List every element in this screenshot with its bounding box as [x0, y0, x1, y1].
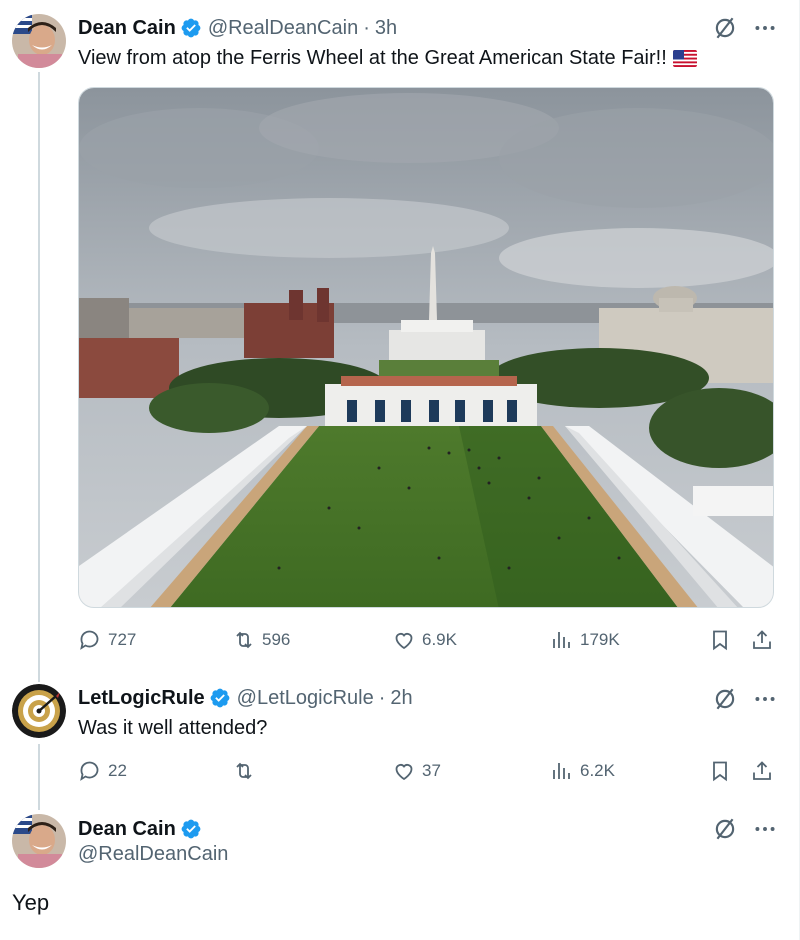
thread-line [38, 72, 40, 682]
bookmark-icon [713, 761, 727, 782]
reply-button[interactable]: 22 [78, 756, 127, 786]
share-icon [753, 630, 771, 649]
heart-icon [395, 633, 413, 650]
more-icon[interactable] [752, 686, 778, 712]
grok-icon[interactable] [712, 15, 738, 41]
repost-button[interactable]: 596 [232, 625, 290, 655]
post-text: View from atop the Ferris Wheel at the G… [78, 46, 667, 69]
reply-button[interactable]: 727 [78, 625, 136, 655]
author-name[interactable]: Dean Cain [78, 818, 176, 841]
post-focused[interactable]: Dean Cain @RealDeanCain Yep [0, 800, 800, 940]
views-count: 6.2K [580, 761, 615, 780]
author-handle[interactable]: @RealDeanCain [208, 17, 358, 40]
avatar[interactable] [12, 14, 66, 68]
reply-icon [80, 761, 99, 781]
dot-separator: · [363, 16, 370, 39]
views-button[interactable]: 179K [550, 625, 620, 655]
views-icon [553, 632, 570, 648]
avatar[interactable] [12, 684, 66, 738]
verified-badge-icon [181, 819, 201, 839]
views-count: 179K [580, 630, 620, 649]
like-count: 37 [422, 761, 441, 780]
post-text: Yep [12, 890, 50, 915]
post-header: Dean Cain @RealDeanCain · 3h [78, 15, 397, 41]
post-header: LetLogicRule @LetLogicRule · 2h [78, 685, 413, 711]
bookmark-icon [713, 630, 727, 651]
more-icon[interactable] [752, 816, 778, 842]
post-text-row: View from atop the Ferris Wheel at the G… [78, 45, 697, 71]
share-button[interactable] [750, 625, 774, 655]
repost-icon [236, 631, 252, 649]
author-name[interactable]: LetLogicRule [78, 687, 205, 710]
post-actions: 22 37 6.2K [78, 756, 778, 786]
post-main[interactable]: Dean Cain @RealDeanCain · 3h View from a… [0, 0, 800, 682]
like-button[interactable]: 37 [392, 756, 441, 786]
like-count: 6.9K [422, 630, 457, 649]
share-button[interactable] [750, 756, 774, 786]
like-button[interactable]: 6.9K [392, 625, 457, 655]
share-icon [753, 761, 771, 780]
repost-count: 596 [262, 630, 291, 649]
author-handle[interactable]: @RealDeanCain [78, 843, 228, 866]
post-actions: 727 596 6.9K 179K [78, 625, 778, 655]
more-icon[interactable] [752, 15, 778, 41]
reply-count: 22 [108, 761, 127, 780]
avatar[interactable] [12, 814, 66, 868]
bookmark-button[interactable] [708, 625, 732, 655]
repost-icon [236, 762, 252, 780]
grok-icon[interactable] [712, 816, 738, 842]
verified-badge-icon [210, 688, 230, 708]
post-header: Dean Cain [78, 816, 208, 842]
views-icon [553, 763, 570, 779]
timestamp[interactable]: 3h [375, 17, 397, 40]
grok-icon[interactable] [712, 686, 738, 712]
post-text: Was it well attended? [78, 716, 268, 739]
dot-separator: · [378, 686, 386, 709]
repost-button[interactable] [232, 756, 256, 786]
verified-badge-icon [181, 18, 201, 38]
heart-icon [395, 764, 413, 781]
post-reply[interactable]: LetLogicRule @LetLogicRule · 2h Was it w… [0, 682, 800, 810]
reply-icon [80, 630, 99, 650]
views-button[interactable]: 6.2K [550, 756, 615, 786]
reply-count: 727 [108, 630, 137, 649]
bookmark-button[interactable] [708, 756, 732, 786]
author-name[interactable]: Dean Cain [78, 17, 176, 40]
post-text-row: Was it well attended? [78, 715, 267, 741]
author-handle[interactable]: @LetLogicRule [237, 687, 374, 710]
post-image[interactable] [78, 87, 774, 608]
timestamp[interactable]: 2h [390, 687, 412, 710]
us-flag-icon [672, 49, 697, 67]
